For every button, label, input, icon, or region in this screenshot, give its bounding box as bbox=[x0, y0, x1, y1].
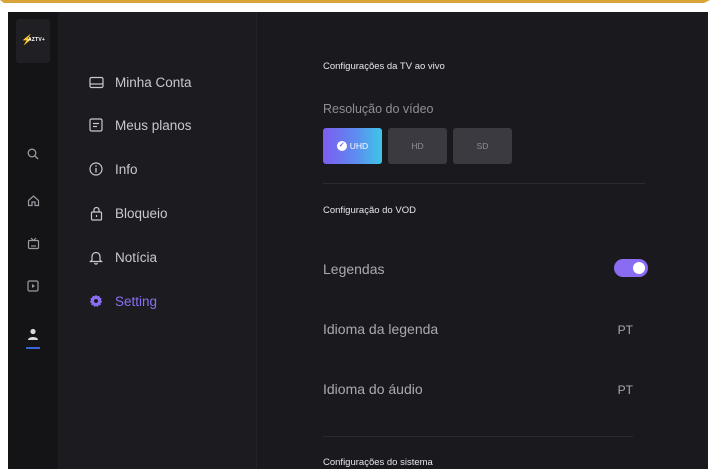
subtitle-language-label[interactable]: Idioma da legenda bbox=[323, 321, 438, 337]
app-root: ⚡ AZTV+ Minha Conta Meus planos Info Blo… bbox=[8, 12, 708, 469]
window-frame: ⚡ AZTV+ Minha Conta Meus planos Info Blo… bbox=[0, 0, 710, 469]
audio-language-value[interactable]: PT bbox=[618, 383, 633, 397]
subtitle-language-value[interactable]: PT bbox=[618, 323, 633, 337]
resolution-option-label: HD bbox=[411, 141, 424, 151]
resolution-option-label: SD bbox=[476, 141, 489, 151]
menu-item-meus-planos[interactable]: Meus planos bbox=[88, 115, 192, 135]
tv-icon[interactable] bbox=[25, 237, 41, 253]
settings-content: Configurações da TV ao vivo Resolução do… bbox=[257, 12, 708, 469]
menu-item-noticia[interactable]: Notícia bbox=[88, 247, 157, 267]
info-icon bbox=[88, 161, 104, 177]
vod-section-title: Configuração do VOD bbox=[323, 205, 416, 216]
subtitles-toggle[interactable] bbox=[614, 259, 648, 277]
divider bbox=[323, 183, 645, 184]
audio-language-label[interactable]: Idioma do áudio bbox=[323, 381, 423, 397]
divider bbox=[323, 436, 633, 437]
gear-icon bbox=[88, 293, 104, 309]
resolution-option-label: UHD bbox=[349, 141, 369, 151]
menu-item-label: Info bbox=[115, 161, 138, 177]
resolution-hd-button[interactable]: HD bbox=[388, 128, 447, 164]
plans-icon bbox=[88, 117, 104, 133]
logo-text: AZTV+ bbox=[28, 37, 45, 43]
menu-item-minha-conta[interactable]: Minha Conta bbox=[88, 72, 192, 92]
live-tv-section-title: Configurações da TV ao vivo bbox=[323, 61, 445, 72]
app-logo: ⚡ AZTV+ bbox=[16, 19, 50, 63]
settings-menu: Minha Conta Meus planos Info Bloqueio No… bbox=[58, 12, 257, 469]
subtitles-label: Legendas bbox=[323, 261, 385, 277]
menu-item-info[interactable]: Info bbox=[88, 159, 138, 179]
toggle-knob bbox=[633, 262, 645, 274]
home-icon[interactable] bbox=[25, 194, 41, 210]
side-rail: ⚡ AZTV+ bbox=[8, 12, 58, 469]
menu-item-bloqueio[interactable]: Bloqueio bbox=[88, 203, 168, 223]
resolution-label: Resolução do vídeo bbox=[323, 102, 434, 116]
lock-icon bbox=[88, 205, 104, 221]
resolution-uhd-button[interactable]: ✓ UHD bbox=[323, 128, 382, 164]
check-icon: ✓ bbox=[336, 141, 347, 151]
resolution-sd-button[interactable]: SD bbox=[453, 128, 512, 164]
user-icon[interactable] bbox=[25, 328, 41, 349]
search-icon[interactable] bbox=[25, 148, 41, 164]
menu-item-label: Meus planos bbox=[115, 117, 192, 133]
system-section-title: Configurações do sistema bbox=[323, 457, 433, 468]
account-card-icon bbox=[88, 74, 104, 90]
menu-item-label: Minha Conta bbox=[115, 74, 192, 90]
play-icon[interactable] bbox=[25, 280, 41, 296]
menu-item-label: Bloqueio bbox=[115, 205, 168, 221]
menu-item-label: Notícia bbox=[115, 249, 158, 265]
menu-item-label: Setting bbox=[115, 293, 158, 309]
bell-icon bbox=[88, 249, 104, 265]
menu-item-setting[interactable]: Setting bbox=[88, 291, 157, 311]
